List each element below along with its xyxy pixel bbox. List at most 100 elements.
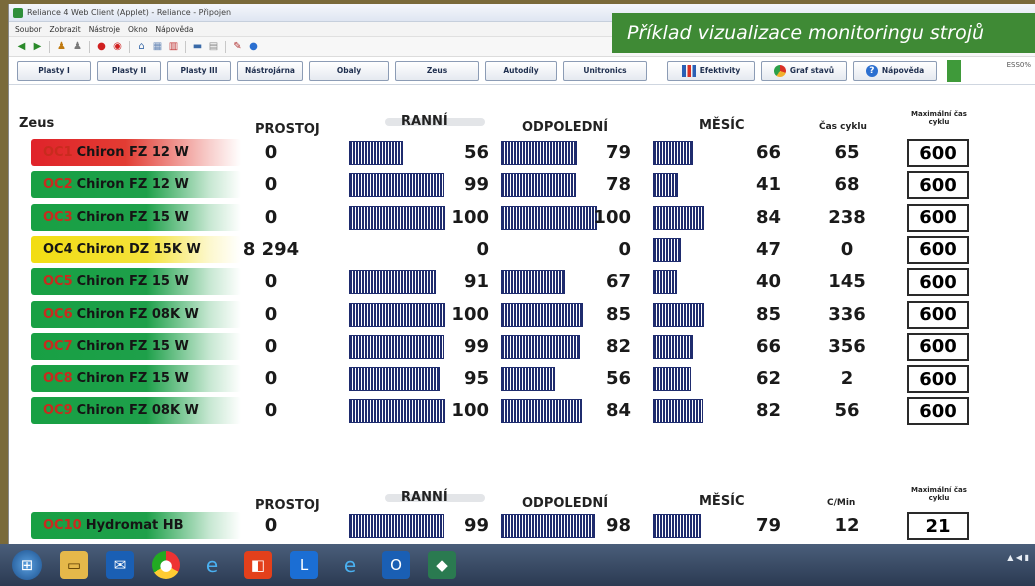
- machine-code: OC6: [43, 306, 73, 322]
- machine-name-label[interactable]: OC5 Chiron FZ 15 W: [31, 268, 241, 296]
- internet-explorer-2-icon[interactable]: e: [336, 551, 364, 579]
- machine-code: OC7: [43, 338, 73, 354]
- machine-name-label[interactable]: OC8 Chiron FZ 15 W: [31, 365, 241, 393]
- reliance-taskbar-icon[interactable]: ◆: [428, 551, 456, 579]
- machine-code: OC1: [43, 145, 73, 160]
- info-icon[interactable]: ●: [247, 40, 260, 53]
- machine-name-label[interactable]: OC7 Chiron FZ 15 W: [31, 332, 241, 360]
- machine-row[interactable]: OC2 Chiron FZ 12 W 0 99 78 41 68 600: [9, 170, 1035, 200]
- chrome-icon[interactable]: ●: [152, 551, 180, 579]
- status-indicator-block: [947, 59, 961, 82]
- menu-okno[interactable]: Okno: [128, 25, 148, 34]
- alarm-icon[interactable]: ◉: [111, 40, 124, 53]
- windows-start-icon[interactable]: ⊞: [12, 550, 42, 580]
- machine-row[interactable]: OC4 Chiron DZ 15K W8 294 0 0 47 0 600: [9, 235, 1035, 265]
- max-cycle-field[interactable]: 600: [907, 397, 969, 426]
- print-icon[interactable]: ▤: [207, 40, 220, 53]
- nav-unitronics-button[interactable]: Unitronics: [563, 60, 647, 81]
- nav-zeus-button[interactable]: Zeus: [395, 60, 479, 81]
- mesic-value: 62: [755, 368, 781, 390]
- user-icon[interactable]: ♟: [55, 40, 68, 53]
- max-cycle-field[interactable]: 600: [907, 365, 969, 394]
- bar-chart-icon: [681, 64, 696, 77]
- nav-napoveda-button[interactable]: ? Nápověda: [853, 60, 937, 81]
- internet-explorer-icon[interactable]: e: [198, 551, 226, 579]
- stop-icon[interactable]: ●: [95, 40, 108, 53]
- odpoledni-bar: [501, 367, 555, 392]
- max-cycle-field[interactable]: 600: [907, 171, 969, 200]
- max-cycle-field[interactable]: 600: [907, 300, 969, 329]
- odpoledni-bar: [501, 270, 565, 295]
- header-odpoledni: ODPOLEDNÍ: [522, 120, 609, 135]
- edit-icon[interactable]: ✎: [231, 40, 244, 53]
- nav-nastrojarna-button[interactable]: Nástrojárna: [237, 60, 303, 81]
- chart-icon[interactable]: ▥: [167, 40, 180, 53]
- ranni-value: 100: [451, 206, 489, 228]
- nav-obaly-button[interactable]: Obaly: [309, 60, 389, 81]
- lync-icon[interactable]: L: [290, 551, 318, 579]
- machine-name-label[interactable]: OC6 Chiron FZ 08K W: [31, 300, 241, 328]
- outlook-2-icon[interactable]: O: [382, 551, 410, 579]
- nav-efektivity-button[interactable]: Efektivity: [667, 60, 755, 81]
- users-icon[interactable]: ♟: [71, 40, 84, 53]
- machine-row[interactable]: OC7 Chiron FZ 15 W 0 99 82 66 356 600: [9, 332, 1035, 362]
- mesic-value: 40: [755, 271, 781, 293]
- max-cycle-field[interactable]: 600: [907, 203, 969, 232]
- machine-code: OC3: [43, 209, 73, 225]
- nav-efektivity-label: Efektivity: [699, 66, 741, 75]
- toolbar-separator: [225, 40, 226, 53]
- nav-plasty-2-button[interactable]: Plasty II: [97, 60, 161, 81]
- outlook-icon[interactable]: ✉: [106, 551, 134, 579]
- max-cycle-field[interactable]: 600: [907, 268, 969, 297]
- office-icon[interactable]: ◧: [244, 551, 272, 579]
- prostoj-value: 0: [264, 368, 278, 390]
- machine-row[interactable]: OC3 Chiron FZ 15 W 0 100 100 84 238 600: [9, 203, 1035, 233]
- prostoj-value: 0: [264, 271, 278, 293]
- odpoledni-value: 100: [593, 206, 631, 228]
- prostoj-value: 0: [264, 174, 278, 196]
- cmin-value: 12: [834, 515, 860, 536]
- machine-row[interactable]: OC5 Chiron FZ 15 W 0 91 67 40 145 600: [9, 267, 1035, 297]
- machine-name-label[interactable]: OC2 Chiron FZ 12 W: [31, 171, 241, 199]
- ranni-value: 99: [463, 335, 489, 357]
- machine-name-label[interactable]: OC1 Chiron FZ 12 W: [31, 139, 241, 166]
- app-window: Reliance 4 Web Client (Applet) - Relianc…: [8, 4, 1035, 544]
- nav-autodily-button[interactable]: Autodíly: [485, 60, 557, 81]
- menu-napoveda[interactable]: Nápověda: [156, 25, 194, 34]
- max-cycle-field[interactable]: 600: [907, 332, 969, 361]
- nav-graf-stavu-button[interactable]: Graf stavů: [761, 60, 847, 81]
- max-cycle-field[interactable]: 600: [907, 139, 969, 167]
- cas-cyklu-value: 336: [828, 303, 866, 325]
- back-arrow-icon[interactable]: ◀: [15, 40, 28, 53]
- grid-icon[interactable]: ▦: [151, 40, 164, 53]
- nav-plasty-3-button[interactable]: Plasty III: [167, 60, 231, 81]
- max-cycle-field[interactable]: 21: [907, 512, 969, 540]
- max-cycle-field[interactable]: 600: [907, 235, 969, 264]
- file-explorer-icon[interactable]: ▭: [60, 551, 88, 579]
- nav-plasty-1-button[interactable]: Plasty I: [17, 60, 91, 81]
- machine-name: Chiron FZ 15 W: [76, 274, 189, 290]
- mesic-bar: [653, 302, 704, 327]
- machine-row[interactable]: OC1 Chiron FZ 12 W 0 56 79 66 65 600: [9, 138, 1035, 168]
- menu-nastroje[interactable]: Nástroje: [89, 25, 120, 34]
- machine-row[interactable]: OC8 Chiron FZ 15 W 0 95 56 62 2 600: [9, 364, 1035, 394]
- machine-code: OC8: [43, 371, 73, 387]
- machine-row[interactable]: OC10 Hydromat HB 0 99 98 79 12 21: [9, 511, 1035, 541]
- mesic-bar: [653, 334, 693, 359]
- forward-arrow-icon[interactable]: ▶: [31, 40, 44, 53]
- machine-row[interactable]: OC6 Chiron FZ 08K W 0 100 85 85 336 600: [9, 300, 1035, 330]
- ranni-value: 91: [463, 271, 489, 293]
- menu-soubor[interactable]: Soubor: [15, 25, 42, 34]
- menu-zobrazit[interactable]: Zobrazit: [50, 25, 81, 34]
- home-icon[interactable]: ⌂: [135, 40, 148, 53]
- machine-name-label[interactable]: OC3 Chiron FZ 15 W: [31, 203, 241, 231]
- zoom-readout: ESS0%: [1006, 61, 1031, 69]
- reliance-app-icon: [13, 7, 23, 18]
- mesic-value: 47: [755, 238, 781, 260]
- machine-row[interactable]: OC9 Chiron FZ 08K W 0 100 84 82 56 600: [9, 396, 1035, 426]
- header2-odpoledni: ODPOLEDNÍ: [522, 496, 609, 511]
- monitor-icon[interactable]: ▬: [191, 40, 204, 53]
- machine-name-label[interactable]: OC9 Chiron FZ 08K W: [31, 397, 241, 425]
- machine-name-label[interactable]: OC10 Hydromat HB: [31, 512, 241, 539]
- machine-name-label[interactable]: OC4 Chiron DZ 15K W: [31, 235, 241, 263]
